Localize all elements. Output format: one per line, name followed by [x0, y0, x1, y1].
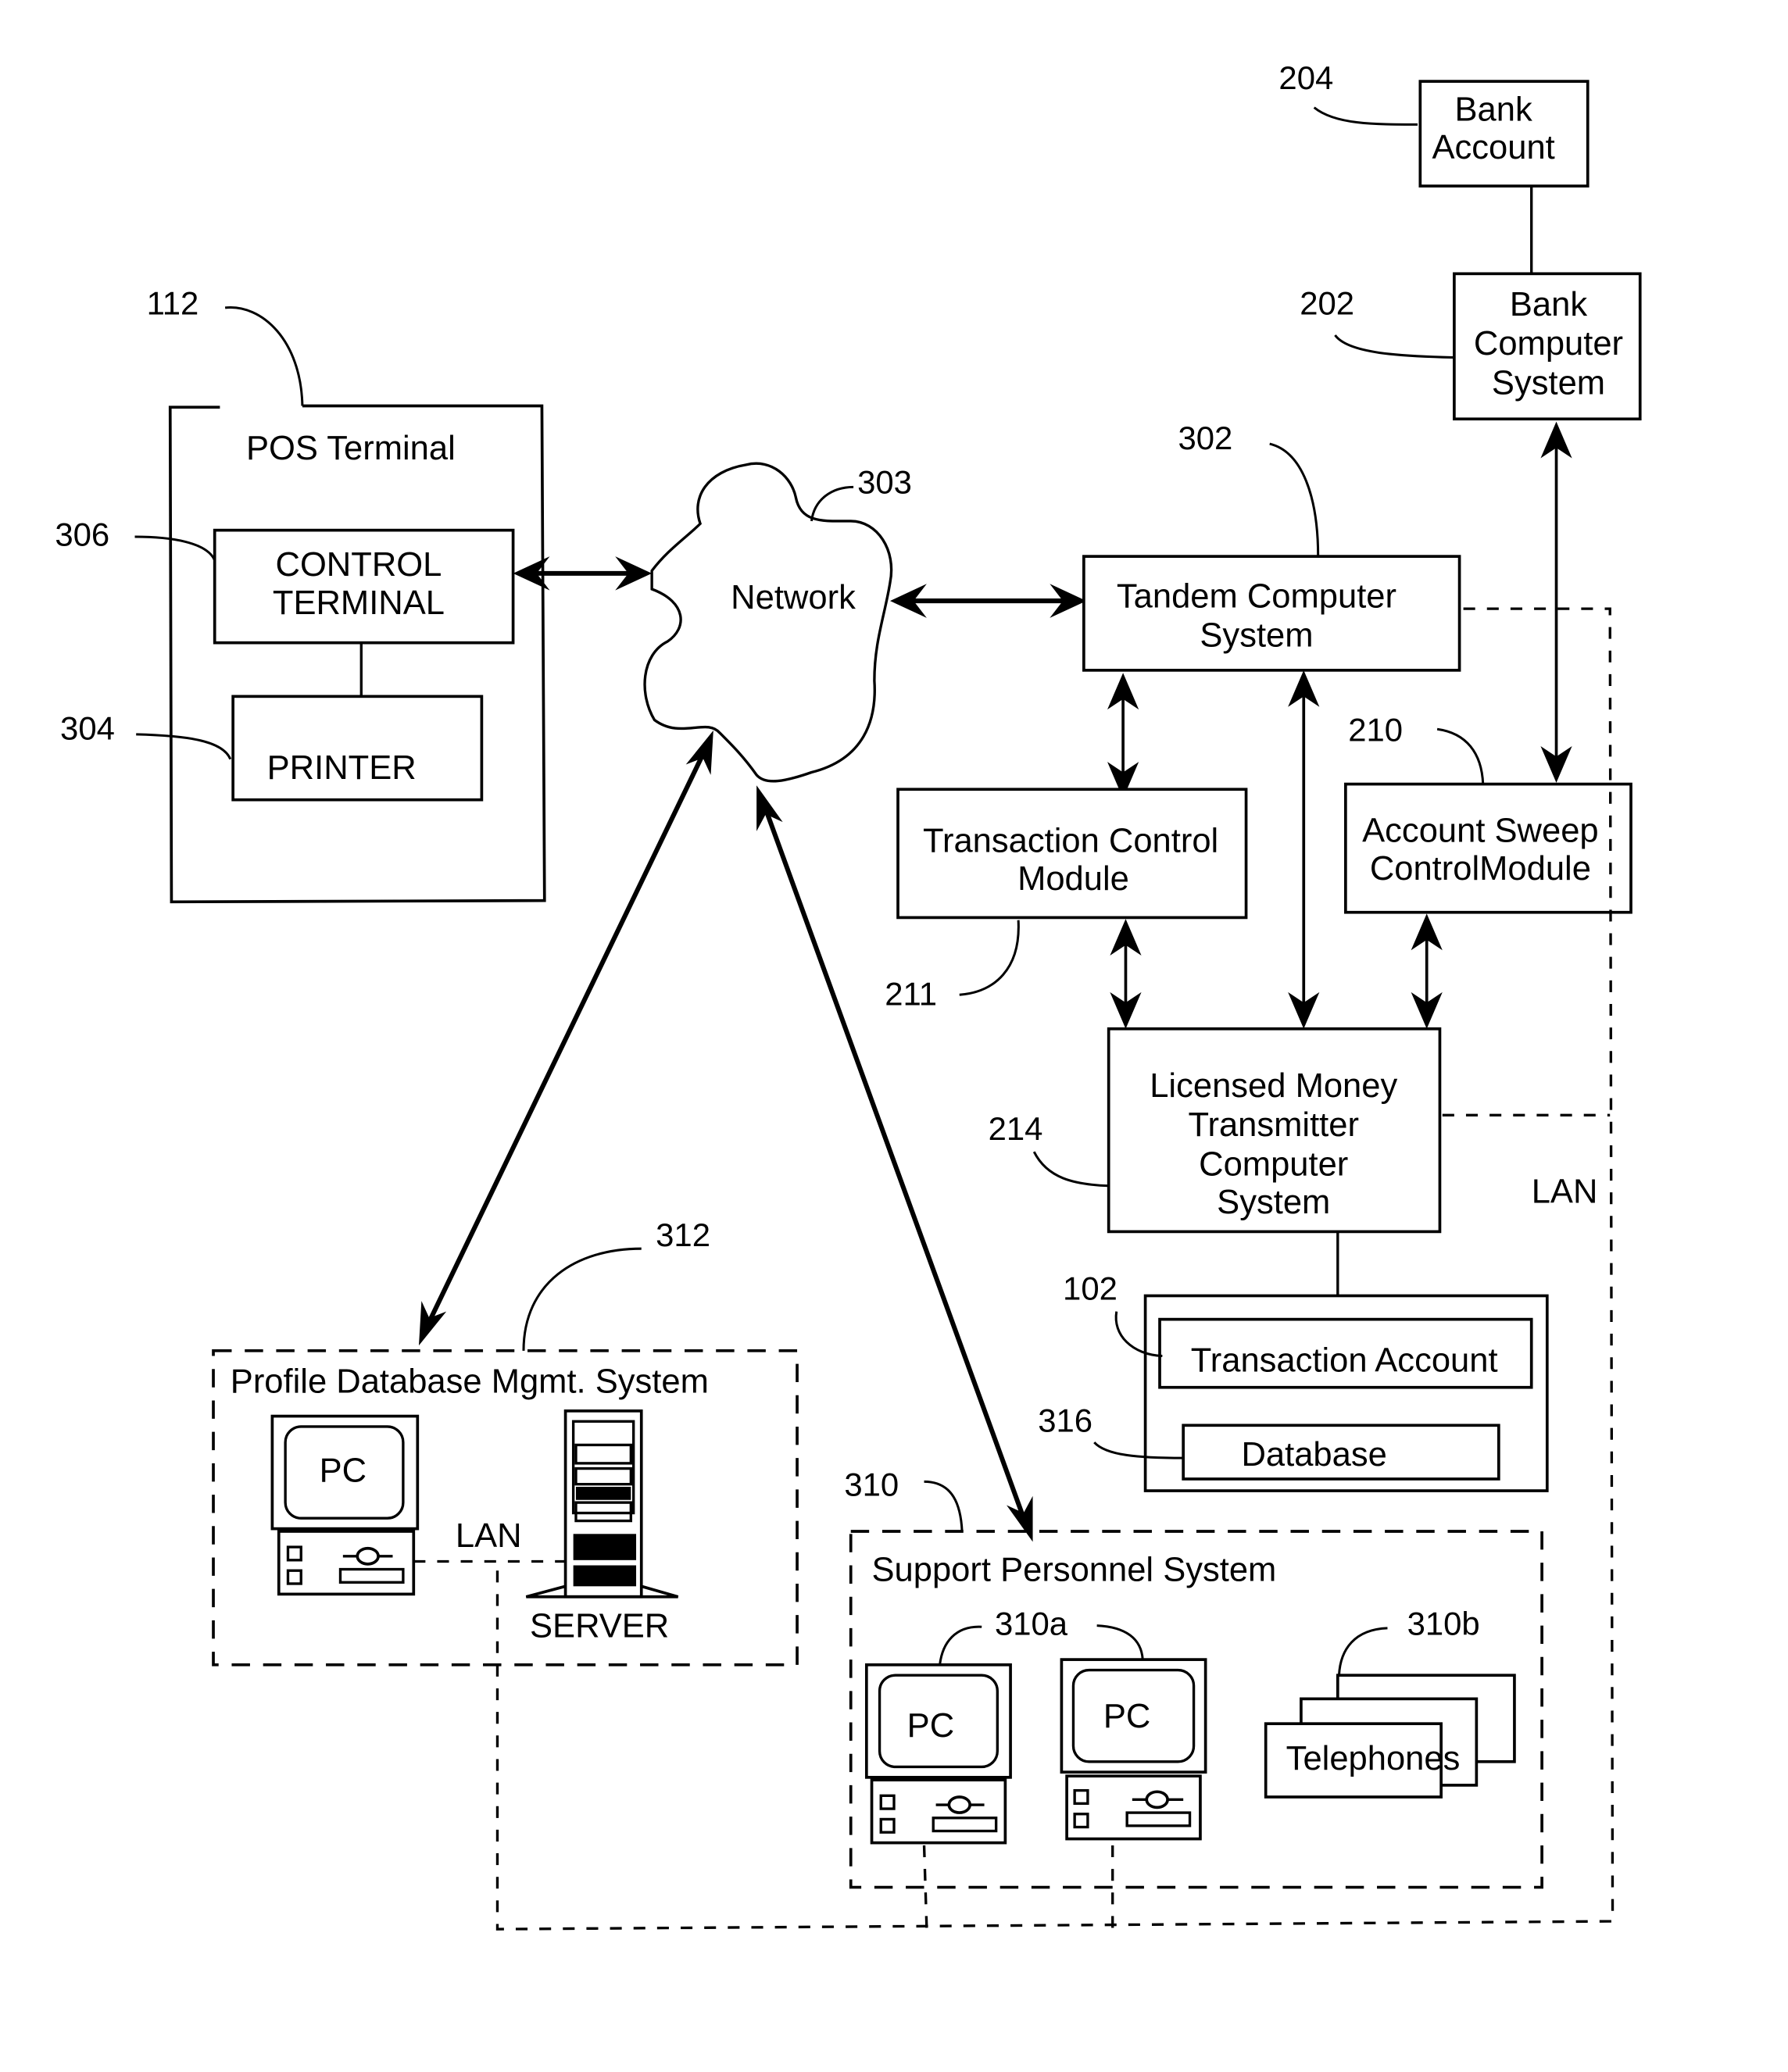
transaction-control-label-1: Transaction Control [923, 823, 1218, 860]
lan-right-label: LAN [1532, 1174, 1598, 1211]
network-label: Network [731, 579, 856, 616]
ref-310: 310 [844, 1466, 899, 1503]
arrow-network-tandem [889, 584, 1087, 618]
support-pc-1-label: PC [907, 1707, 954, 1745]
support-title: Support Personnel System [872, 1552, 1277, 1589]
transaction-control-label-2: Module [1017, 860, 1129, 898]
ref-316: 316 [1038, 1402, 1092, 1439]
account-database-node: Transaction Account Database [1143, 1294, 1549, 1492]
transaction-control-node: Transaction Control Module [896, 788, 1248, 920]
arrow-bank-sweep [1540, 421, 1572, 783]
network-node: Network [643, 462, 893, 783]
licensed-money-node: Licensed Money Transmitter Computer Syst… [1107, 1027, 1442, 1234]
pos-terminal-node: POS Terminal CONTROL TERMINAL PRINTER [168, 404, 546, 904]
leader-306 [134, 535, 216, 561]
system-diagram: Bank Account 204 Bank Computer System 20… [55, 59, 1642, 1931]
licensed-money-label-1: Licensed Money [1150, 1067, 1397, 1105]
arrow-network-profiledb [418, 730, 713, 1346]
control-terminal-label-2: TERMINAL [273, 584, 445, 622]
leader-304 [136, 733, 232, 760]
arrow-tandem-licensed [1288, 670, 1320, 1029]
control-terminal-label-1: CONTROL [276, 546, 442, 584]
licensed-money-label-3: Computer [1199, 1145, 1348, 1183]
leader-312 [522, 1247, 642, 1351]
lan-pc1-branch [922, 1845, 928, 1930]
profile-db-node: Profile Database Mgmt. System PC LAN SER… [212, 1349, 799, 1667]
account-sweep-node: Account Sweep ControlModule [1344, 782, 1632, 914]
ref-302: 302 [1178, 420, 1232, 456]
ref-310b: 310b [1407, 1605, 1480, 1642]
ref-304: 304 [60, 710, 115, 747]
bank-account-label-1: Bank [1455, 91, 1532, 128]
bank-computer-node: Bank Computer System [1453, 272, 1642, 421]
arrow-sweep-licensed [1411, 913, 1443, 1029]
leader-302 [1269, 442, 1320, 557]
ref-214: 214 [989, 1110, 1043, 1147]
telephones-icon: Telephones [1264, 1674, 1516, 1799]
support-node: Support Personnel System PC PC 310a Tele… [849, 1530, 1543, 1889]
licensed-money-label-4: System [1217, 1184, 1330, 1221]
arrow-txcontrol-licensed [1110, 919, 1142, 1029]
telephones-label: Telephones [1286, 1740, 1461, 1777]
transaction-account-label: Transaction Account [1191, 1342, 1498, 1380]
account-sweep-label-2: ControlModule [1370, 850, 1591, 888]
printer-label: PRINTER [267, 749, 417, 787]
bank-computer-label-1: Bank [1510, 286, 1587, 323]
leader-112 [224, 306, 304, 406]
tandem-label-2: System [1200, 617, 1313, 655]
ref-303: 303 [857, 464, 912, 501]
tandem-label-1: Tandem Computer [1117, 577, 1396, 615]
ref-306: 306 [55, 516, 109, 553]
ref-112: 112 [147, 284, 199, 321]
leader-303 [810, 485, 854, 522]
arrow-terminal-network [513, 556, 653, 591]
support-pc-2-icon: PC [1060, 1658, 1207, 1841]
support-pc-1-icon: PC [864, 1663, 1012, 1845]
leader-310a-1 [939, 1625, 982, 1665]
licensed-money-label-2: Transmitter [1188, 1106, 1358, 1144]
leader-310 [924, 1480, 964, 1532]
ref-211: 211 [885, 976, 937, 1013]
tandem-node: Tandem Computer System [1082, 555, 1461, 672]
profile-lan-label: LAN [456, 1517, 522, 1555]
ref-204: 204 [1278, 59, 1333, 96]
server-icon [525, 1409, 679, 1599]
profile-db-title: Profile Database Mgmt. System [231, 1363, 709, 1400]
leader-202 [1334, 334, 1454, 359]
bank-computer-label-2: Computer [1474, 325, 1623, 363]
leader-310b [1337, 1627, 1388, 1676]
pos-terminal-border [168, 404, 546, 904]
server-label: SERVER [530, 1608, 669, 1645]
bank-computer-label-3: System [1492, 364, 1605, 402]
leader-310a-2 [1096, 1624, 1144, 1660]
ref-210: 210 [1348, 711, 1403, 748]
leader-211 [959, 920, 1020, 996]
leader-214 [1032, 1151, 1109, 1188]
database-label: Database [1241, 1436, 1386, 1474]
leader-204 [1313, 106, 1418, 126]
arrow-tandem-txcontrol [1107, 673, 1139, 798]
ref-102: 102 [1063, 1270, 1118, 1307]
bank-account-node: Bank Account [1418, 80, 1590, 188]
leader-210 [1436, 727, 1485, 784]
profile-pc-label: PC [320, 1452, 367, 1489]
ref-312: 312 [656, 1216, 710, 1253]
support-pc-2-label: PC [1103, 1698, 1150, 1735]
network-cloud-icon [643, 462, 893, 783]
bank-account-label-2: Account [1432, 129, 1554, 166]
ref-202: 202 [1300, 284, 1354, 321]
pos-terminal-title: POS Terminal [246, 430, 456, 467]
account-sweep-label-1: Account Sweep [1362, 812, 1599, 849]
pc-icon: PC [270, 1414, 420, 1596]
ref-310a: 310a [995, 1605, 1068, 1642]
